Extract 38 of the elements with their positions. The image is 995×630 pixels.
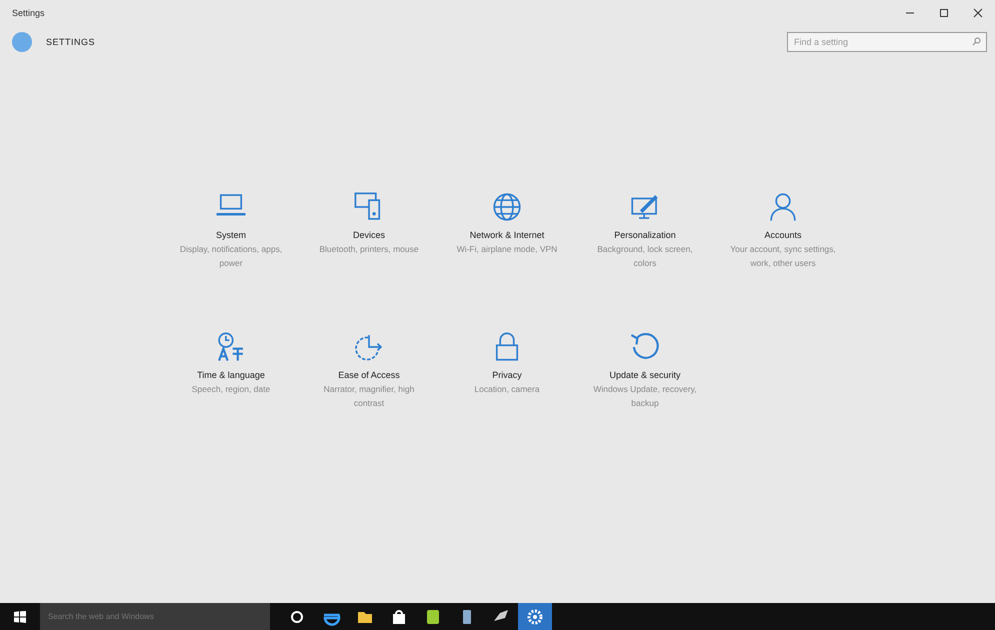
category-description: Narrator, magnifier, high contrast: [322, 383, 416, 410]
category-tile[interactable]: Personalization Background, lock screen, colors: [576, 190, 714, 330]
close-icon: [973, 8, 983, 18]
category-title: Time & language: [197, 370, 265, 380]
category-description: Display, notifications, apps, power: [178, 243, 284, 270]
category-tile[interactable]: Accounts Your account, sync settings, work, other users: [714, 190, 852, 330]
category-description: Bluetooth, printers, mouse: [319, 243, 419, 256]
category-tile[interactable]: Ease of Access Narrator, magnifier, high contrast: [300, 330, 438, 470]
category-description: Speech, region, date: [192, 383, 270, 396]
search-icon: [972, 37, 981, 46]
category-description: Location, camera: [474, 383, 540, 396]
window-title: Settings: [12, 8, 45, 18]
category-title: Update & security: [609, 370, 681, 380]
category-title: Ease of Access: [338, 370, 400, 380]
category-tile[interactable]: System Display, notifications, apps, power: [162, 190, 300, 330]
taskbar-search-field[interactable]: Search the web and Windows: [40, 603, 270, 630]
settings-logo-icon: [12, 32, 32, 52]
category-tile[interactable]: Privacy Location, camera: [438, 330, 576, 470]
category-title: Personalization: [614, 230, 676, 240]
category-title: Accounts: [764, 230, 802, 240]
category-title: Network & Internet: [470, 230, 544, 240]
category-description: Background, lock screen, colors: [596, 243, 694, 270]
category-tile[interactable]: Devices Bluetooth, printers, mouse: [300, 190, 438, 330]
category-tile[interactable]: Time & language Speech, region, date: [162, 330, 300, 470]
category-description: Windows Update, recovery, backup: [592, 383, 698, 410]
maximize-icon: [939, 8, 949, 18]
category-description: Wi-Fi, airplane mode, VPN: [456, 243, 558, 256]
category-tile[interactable]: Update & security Windows Update, recovery, backup: [576, 330, 714, 470]
page-heading: SETTINGS: [46, 37, 96, 47]
category-tile[interactable]: Network & Internet Wi-Fi, airplane mode, VPN: [438, 190, 576, 330]
category-title: Devices: [352, 230, 385, 240]
windows-logo-icon: [14, 610, 26, 622]
category-description: Your account, sync settings, work, other users: [729, 243, 837, 270]
category-title: System: [216, 230, 246, 240]
category-title: Privacy: [492, 370, 522, 380]
minimize-icon: [905, 12, 915, 14]
gear-icon: [525, 606, 545, 626]
search-field[interactable]: Find a setting: [787, 32, 987, 52]
